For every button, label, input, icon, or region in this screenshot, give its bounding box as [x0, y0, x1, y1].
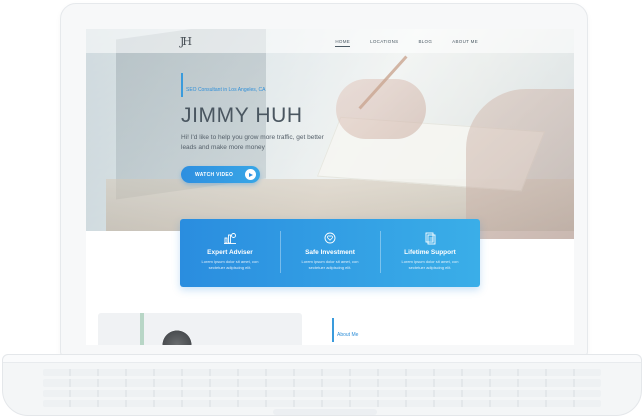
about-accent-bar [332, 318, 334, 342]
nav-item-home[interactable]: HOME [335, 39, 350, 47]
laptop-trackpad [273, 409, 377, 415]
keyboard-row [43, 369, 601, 377]
about-photo-person [154, 323, 200, 345]
nav-item-blog[interactable]: BLOG [418, 39, 432, 44]
about-photo [98, 313, 302, 345]
laptop-hinge [3, 355, 641, 363]
feature-text: Lorem ipsum dolor sit amet, con sectetue… [401, 259, 459, 270]
laptop-base [2, 354, 642, 416]
watch-video-label: WATCH VIDEO [195, 171, 234, 178]
feature-title: Safe Investment [305, 249, 355, 256]
feature-lifetime-support: Lifetime Support Lorem ipsum dolor sit a… [380, 219, 480, 287]
watch-video-button[interactable]: WATCH VIDEO [181, 166, 260, 183]
feature-text: Lorem ipsum dolor sit amet, con sectetue… [301, 259, 359, 270]
top-navbar: JH HOME LOCATIONS BLOG ABOUT ME [86, 29, 574, 53]
chart-icon [224, 233, 236, 244]
nav-item-locations[interactable]: LOCATIONS [370, 39, 398, 44]
feature-title: Expert Adviser [207, 249, 253, 256]
about-me-heading: About Me [337, 332, 359, 338]
hero-title: JIMMY HUH [181, 104, 303, 127]
features-card: Expert Adviser Lorem ipsum dolor sit ame… [180, 219, 480, 287]
document-icon [425, 232, 436, 245]
keyboard-row [43, 379, 601, 387]
hero-tagline: SEO Consultant in Los Angeles, CA [186, 87, 266, 93]
feature-expert-adviser: Expert Adviser Lorem ipsum dolor sit ame… [180, 219, 280, 287]
laptop-keyboard [43, 369, 601, 407]
keyboard-row [43, 399, 601, 407]
hero-overlay [86, 29, 574, 231]
shield-heart-icon [324, 232, 336, 244]
feature-safe-investment: Safe Investment Lorem ipsum dolor sit am… [280, 219, 380, 287]
hero-description: Hi! I'd like to help you grow more traff… [181, 134, 324, 151]
main-nav: HOME LOCATIONS BLOG ABOUT ME [335, 39, 478, 47]
site-logo[interactable]: JH [180, 35, 192, 48]
nav-item-about-me[interactable]: ABOUT ME [452, 39, 478, 44]
laptop-screen: JH HOME LOCATIONS BLOG ABOUT ME SEO Cons… [86, 29, 574, 345]
about-photo-plant [140, 313, 144, 345]
feature-title: Lifetime Support [404, 249, 456, 256]
feature-text: Lorem ipsum dolor sit amet, con sectetue… [201, 259, 259, 270]
hero-section: JH HOME LOCATIONS BLOG ABOUT ME SEO Cons… [86, 29, 574, 239]
play-icon [245, 169, 256, 180]
tagline-accent-bar [181, 73, 183, 97]
keyboard-row [43, 389, 601, 397]
